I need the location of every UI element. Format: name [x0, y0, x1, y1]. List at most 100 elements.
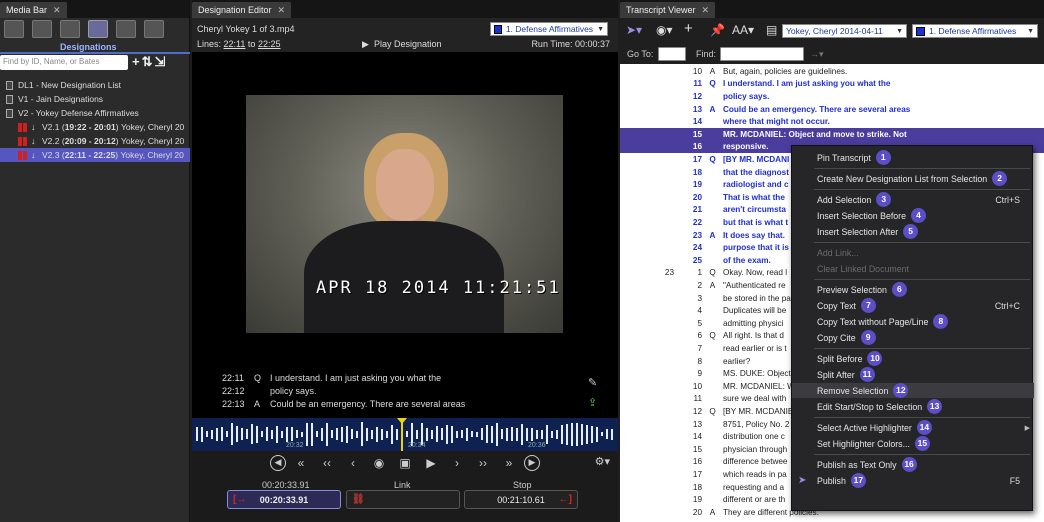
close-icon[interactable]: ✕	[278, 5, 286, 16]
export-text-icon[interactable]: ⇪	[588, 396, 600, 409]
previous-designation-icon[interactable]: ◀	[270, 455, 286, 471]
eye-icon[interactable]: ◉▾	[656, 23, 673, 37]
menu-item-preview-selection[interactable]: Preview Selection 6	[792, 282, 1034, 297]
transcript-line[interactable]: 10 A But, again, policies are guidelines.	[620, 65, 1044, 78]
menu-item-split-before[interactable]: Split Before 10	[792, 351, 1034, 366]
step-badge: 16	[901, 457, 917, 472]
preview-eye-icon[interactable]: ◉	[368, 454, 390, 472]
designation-id: V2.1	[42, 122, 60, 132]
transcript-viewer-tab[interactable]: Transcript Viewer ✕	[620, 2, 716, 18]
audio-waveform[interactable]: 20:32 20:34 20:36	[192, 418, 618, 451]
waveform-bar	[381, 428, 383, 440]
line-number: 5	[697, 318, 702, 328]
add-icon[interactable]: +	[132, 54, 140, 70]
link-icon[interactable]: ⛓	[352, 494, 365, 505]
link-field[interactable]: ⛓	[346, 490, 460, 509]
line-number: 19	[692, 180, 702, 190]
line-start-link[interactable]: 22:11	[224, 39, 246, 49]
waveform-bar	[531, 427, 533, 441]
transcript-line[interactable]: 12 policy says.	[620, 90, 1044, 103]
designation-row-selected[interactable]: ↓ V2.3 (22:11 - 22:25) Yokey, Cheryl 20	[0, 148, 190, 162]
publish-icon[interactable]: ➤▾	[626, 23, 642, 37]
waveform-bar	[556, 429, 558, 439]
menu-item-copy-cite[interactable]: Copy Cite 9	[792, 330, 1034, 345]
menu-item-select-active-highlighter[interactable]: Select Active Highlighter 14 ▶	[792, 420, 1034, 435]
designation-row[interactable]: ↓ V2.1 (19:22 - 20:01) Yokey, Cheryl 20	[0, 120, 190, 134]
find-input[interactable]	[720, 47, 804, 61]
fast-forward-icon[interactable]: ››	[472, 454, 494, 472]
transcript-line[interactable]: 15 MR. MCDANIEL: Object and move to strik…	[620, 128, 1044, 141]
menu-item-publish[interactable]: ➤ Publish 17 F5	[792, 473, 1034, 488]
menu-separator	[814, 348, 1030, 349]
line-number: 23	[692, 230, 702, 240]
menu-item-insert-selection-after[interactable]: Insert Selection After 5	[792, 224, 1034, 239]
transcript-line[interactable]: 11 Q I understand. I am just asking you wh…	[620, 78, 1044, 91]
menu-item-set-highlighter-colors[interactable]: Set Highlighter Colors... 15	[792, 436, 1034, 451]
designation-editor-panel: Designation Editor ✕ Cheryl Yokey 1 of 3…	[192, 0, 618, 522]
menu-item-copy-text[interactable]: Copy Text 7 Ctrl+C	[792, 298, 1034, 313]
mark-in-icon[interactable]: [→	[233, 494, 246, 505]
play-designation-button[interactable]: ▶ Play Designation	[362, 39, 441, 50]
edit-pencil-icon[interactable]: ✎	[588, 376, 600, 389]
media-bar-tab[interactable]: Media Bar ✕	[0, 2, 67, 18]
search-input[interactable]: Find by ID, Name, or Bates	[0, 55, 128, 70]
goto-input[interactable]	[658, 47, 686, 61]
line-end-link[interactable]: 22:25	[258, 39, 281, 49]
menu-item-insert-selection-before[interactable]: Insert Selection Before 4	[792, 208, 1034, 223]
menu-item-create-new-designation-list-from-selection[interactable]: Create New Designation List from Selecti…	[792, 171, 1034, 186]
menu-item-split-after[interactable]: Split After 11	[792, 367, 1034, 382]
exhibits-icon[interactable]	[116, 20, 136, 38]
designation-list-dropdown[interactable]: 1. Defense Affirmatives ▼	[912, 24, 1038, 38]
designations-icon[interactable]	[88, 20, 108, 38]
tree-item[interactable]: V1 - Jain Designations	[0, 92, 190, 106]
tree-item[interactable]: V2 - Yokey Defense Affirmatives	[0, 106, 190, 120]
font-size-icon[interactable]: AA▾	[732, 23, 754, 37]
line-text: "Authenticated re	[723, 280, 786, 290]
transcript-line[interactable]: 13 A Could be an emergency. There are seve…	[620, 103, 1044, 116]
forward-fast-icon[interactable]: »	[498, 454, 520, 472]
close-icon[interactable]: ✕	[702, 5, 710, 16]
transcript-line[interactable]: 14 where that might not occur.	[620, 115, 1044, 128]
designation-list-dropdown[interactable]: 1. Defense Affirmatives ▼	[490, 22, 608, 36]
video-icon[interactable]	[32, 20, 52, 38]
start-time-field[interactable]: [→ 00:20:33.91	[227, 490, 341, 509]
witness-dropdown[interactable]: Yokey, Cheryl 2014-04-11 ▼	[782, 24, 907, 38]
menu-item-edit-start-stop-to-selection[interactable]: Edit Start/Stop to Selection 13	[792, 399, 1034, 414]
next-designation-icon[interactable]: ▶	[524, 455, 540, 471]
designation-row[interactable]: ↓ V2.2 (20:09 - 20:12) Yokey, Cheryl 20	[0, 134, 190, 148]
stop-time-field[interactable]: 00:21:10.61 ←]	[464, 490, 578, 509]
witness-icon[interactable]	[60, 20, 80, 38]
step-forward-icon[interactable]: ›	[446, 454, 468, 472]
video-player[interactable]: APR 18 2014 11:21:51	[192, 52, 618, 368]
find-next-icon[interactable]: →▾	[810, 49, 824, 60]
save-icon[interactable]: ▣	[394, 454, 416, 472]
document-icon[interactable]: ▤	[766, 23, 777, 37]
media-bar-tabstrip: Media Bar ✕	[0, 0, 189, 18]
menu-item-pin-transcript[interactable]: Pin Transcript 1	[792, 150, 1034, 165]
rewind-fast-icon[interactable]: «	[290, 454, 312, 472]
line-text: distribution one c	[723, 432, 785, 442]
speaker-marker: A	[709, 507, 716, 517]
play-pause-icon[interactable]: ▶	[420, 454, 442, 472]
menu-item-publish-as-text-only[interactable]: Publish as Text Only 16	[792, 457, 1034, 472]
menu-item-add-selection[interactable]: Add Selection 3 Ctrl+S	[792, 192, 1034, 207]
sort-icon[interactable]: ⇅	[142, 54, 153, 70]
designation-editor-tab[interactable]: Designation Editor ✕	[192, 2, 292, 18]
notes-icon[interactable]	[144, 20, 164, 38]
add-icon[interactable]: +	[684, 20, 693, 37]
step-back-icon[interactable]: ‹	[342, 454, 364, 472]
mark-out-icon[interactable]: ←]	[559, 494, 572, 505]
line-text: I understand. I am just asking you what …	[723, 79, 891, 89]
pin-icon[interactable]: 📌	[710, 23, 725, 37]
gear-icon[interactable]: ⚙▾	[595, 455, 610, 468]
close-icon[interactable]: ✕	[53, 5, 61, 16]
media-bar-tab-label: Media Bar	[6, 5, 48, 15]
tree-item[interactable]: DL1 - New Designation List	[0, 78, 190, 92]
documents-icon[interactable]	[4, 20, 24, 38]
menu-item-remove-selection[interactable]: Remove Selection 12	[792, 383, 1034, 398]
playhead-handle[interactable]	[397, 418, 407, 424]
line-number: 7	[697, 343, 702, 353]
export-icon[interactable]: ⇲	[155, 54, 166, 70]
menu-item-copy-text-without-page-line[interactable]: Copy Text without Page/Line 8	[792, 314, 1034, 329]
rewind-icon[interactable]: ‹‹	[316, 454, 338, 472]
